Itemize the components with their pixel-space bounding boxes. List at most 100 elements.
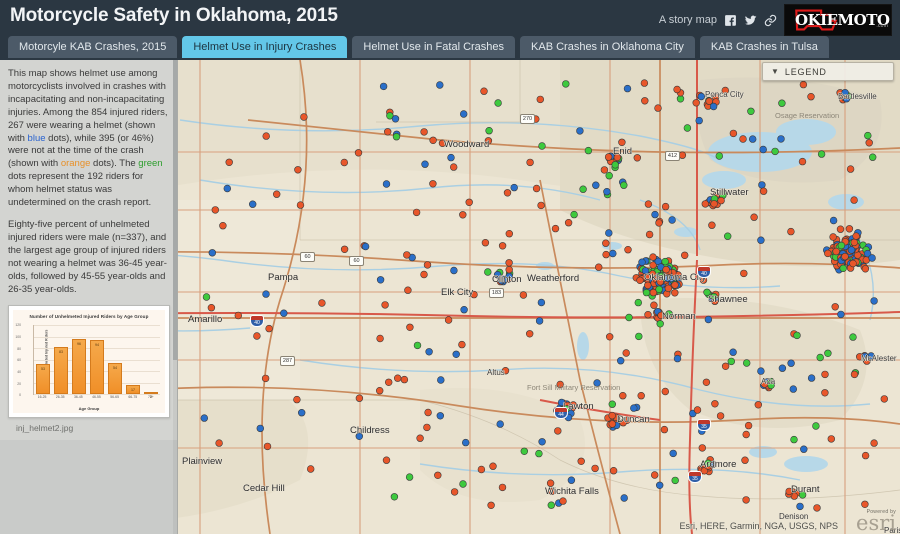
crash-dot[interactable] — [712, 400, 719, 407]
crash-dot[interactable] — [212, 207, 219, 214]
crash-dot[interactable] — [552, 225, 559, 232]
crash-dot[interactable] — [693, 99, 700, 106]
crash-dot[interactable] — [630, 405, 637, 412]
crash-dot[interactable] — [866, 139, 873, 146]
crash-dot[interactable] — [577, 128, 584, 135]
crash-dot[interactable] — [674, 355, 681, 362]
crash-dot[interactable] — [722, 87, 729, 94]
crash-dot[interactable] — [592, 465, 599, 472]
crash-dot[interactable] — [527, 159, 534, 166]
crash-dot[interactable] — [635, 299, 642, 306]
crash-dot[interactable] — [656, 220, 663, 227]
facebook-icon[interactable] — [724, 14, 737, 27]
crash-dot[interactable] — [623, 350, 630, 357]
crash-dot[interactable] — [704, 289, 711, 296]
crash-dot[interactable] — [601, 167, 608, 174]
crash-dot[interactable] — [799, 158, 806, 165]
crash-dot[interactable] — [521, 448, 528, 455]
crash-dot[interactable] — [609, 401, 616, 408]
crash-dot[interactable] — [797, 503, 804, 510]
crash-dot[interactable] — [362, 243, 369, 250]
crash-dot[interactable] — [760, 146, 767, 153]
crash-dot[interactable] — [681, 252, 688, 259]
crash-dot[interactable] — [220, 222, 227, 229]
crash-dot[interactable] — [779, 365, 786, 372]
crash-dot[interactable] — [609, 412, 616, 419]
crash-dot[interactable] — [437, 377, 444, 384]
crash-dot[interactable] — [445, 317, 452, 324]
crash-dot[interactable] — [830, 234, 837, 241]
crash-dot[interactable] — [755, 401, 762, 408]
crash-dot[interactable] — [562, 81, 569, 88]
crash-dot[interactable] — [406, 474, 413, 481]
scrollbar-thumb[interactable] — [173, 60, 177, 360]
crash-dot[interactable] — [635, 333, 642, 340]
crash-dot[interactable] — [665, 285, 672, 292]
crash-dot[interactable] — [716, 153, 723, 160]
crash-dot[interactable] — [580, 186, 587, 193]
crash-dot[interactable] — [592, 182, 599, 189]
crash-dot[interactable] — [568, 477, 575, 484]
crash-dot[interactable] — [645, 311, 652, 318]
crash-dot[interactable] — [663, 266, 670, 273]
crash-dot[interactable] — [497, 421, 504, 428]
crash-dot[interactable] — [421, 271, 428, 278]
crash-dot[interactable] — [669, 217, 676, 224]
crash-dot[interactable] — [871, 298, 878, 305]
crash-dot[interactable] — [850, 334, 857, 341]
crash-dot[interactable] — [871, 440, 878, 447]
crash-dot[interactable] — [538, 299, 545, 306]
legend-panel[interactable]: ▼ LEGEND — [762, 62, 894, 81]
crash-dot[interactable] — [594, 380, 601, 387]
crash-dot[interactable] — [694, 407, 701, 414]
crash-dot[interactable] — [758, 237, 765, 244]
crash-dot[interactable] — [504, 189, 511, 196]
crash-dot[interactable] — [437, 412, 444, 419]
crash-dot[interactable] — [434, 472, 441, 479]
crash-dot[interactable] — [417, 435, 424, 442]
crash-dot[interactable] — [533, 185, 540, 192]
crash-dot[interactable] — [298, 409, 305, 416]
crash-dot[interactable] — [661, 426, 668, 433]
crash-dot[interactable] — [484, 269, 491, 276]
crash-dot[interactable] — [832, 303, 839, 310]
crash-dot[interactable] — [609, 250, 616, 257]
crash-dot[interactable] — [779, 100, 786, 107]
crash-dot[interactable] — [462, 439, 469, 446]
crash-dot[interactable] — [538, 202, 545, 209]
crash-dot[interactable] — [717, 413, 724, 420]
crash-dot[interactable] — [847, 166, 854, 173]
crash-dot[interactable] — [413, 209, 420, 216]
crash-dot[interactable] — [822, 389, 829, 396]
crash-dot[interactable] — [481, 88, 488, 95]
crash-dot[interactable] — [606, 333, 613, 340]
crash-dot[interactable] — [539, 438, 546, 445]
crash-dot[interactable] — [537, 96, 544, 103]
crash-dot[interactable] — [208, 304, 215, 311]
link-icon[interactable] — [764, 14, 777, 27]
crash-dot[interactable] — [788, 228, 795, 235]
crash-dot[interactable] — [651, 302, 658, 309]
crash-dot[interactable] — [848, 247, 855, 254]
crash-dot[interactable] — [800, 446, 807, 453]
crash-dot[interactable] — [850, 260, 857, 267]
crash-dot[interactable] — [485, 137, 492, 144]
crash-dot[interactable] — [511, 184, 518, 191]
crash-dot[interactable] — [280, 310, 287, 317]
crash-dot[interactable] — [226, 159, 233, 166]
crash-dot[interactable] — [605, 154, 612, 161]
crash-dot[interactable] — [426, 348, 433, 355]
crash-dot[interactable] — [862, 501, 869, 508]
crash-dot[interactable] — [699, 445, 706, 452]
crash-dot[interactable] — [808, 375, 815, 382]
crash-dot[interactable] — [494, 271, 501, 278]
crash-dot[interactable] — [430, 137, 437, 144]
crash-dot[interactable] — [641, 80, 648, 87]
crash-dot[interactable] — [341, 159, 348, 166]
crash-dot[interactable] — [459, 341, 466, 348]
crash-dot[interactable] — [482, 239, 489, 246]
crash-dot[interactable] — [808, 93, 815, 100]
crash-dot[interactable] — [643, 289, 650, 296]
crash-dot[interactable] — [768, 382, 775, 389]
crash-dot[interactable] — [549, 488, 556, 495]
